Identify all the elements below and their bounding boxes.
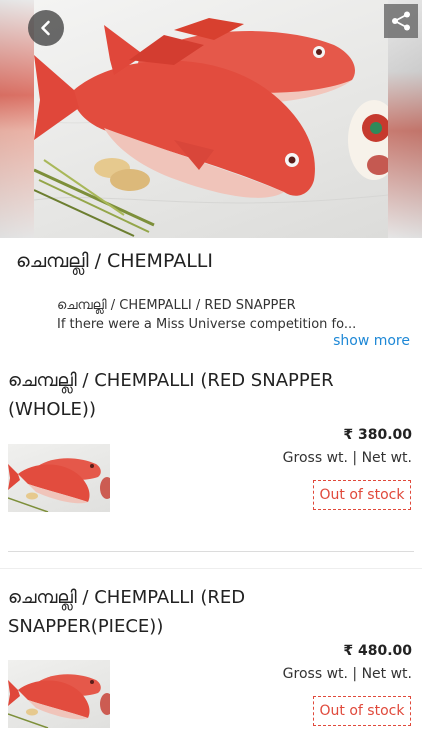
divider xyxy=(8,551,414,552)
description-line: ചെമ്പല്ലി / CHEMPALLI / RED SNAPPER xyxy=(57,298,296,313)
divider xyxy=(0,568,422,569)
chevron-left-icon xyxy=(41,20,50,36)
product-card[interactable]: ചെമ്പല്ലി / CHEMPALLI (RED SNAPPER (WHOL… xyxy=(0,366,422,556)
red-snapper-photo xyxy=(33,0,400,238)
show-more-link[interactable]: show more xyxy=(333,333,410,349)
product-weights: Gross wt. | Net wt. xyxy=(282,666,412,682)
hero-image xyxy=(0,0,422,238)
description-line: If there were a Miss Universe competitio… xyxy=(57,317,357,332)
out-of-stock-badge: Out of stock xyxy=(313,696,411,726)
product-price: ₹ 480.00 xyxy=(343,643,412,659)
product-detail-page: ചെമ്പല്ലി / CHEMPALLI ചെമ്പല്ലി / CHEMPA… xyxy=(0,0,422,750)
page-title: ചെമ്പല്ലി / CHEMPALLI xyxy=(16,250,213,272)
share-button[interactable] xyxy=(384,4,418,38)
share-icon xyxy=(392,11,410,31)
product-card[interactable]: ചെമ്പല്ലി / CHEMPALLI (RED SNAPPER(PIECE… xyxy=(0,583,422,750)
category-description: ചെമ്പല്ലി / CHEMPALLI / RED SNAPPER If t… xyxy=(57,296,387,334)
product-name: ചെമ്പല്ലി / CHEMPALLI (RED SNAPPER (WHOL… xyxy=(8,370,334,420)
back-button[interactable] xyxy=(28,10,64,46)
product-thumbnail[interactable] xyxy=(8,660,110,728)
product-thumbnail[interactable] xyxy=(8,444,110,512)
fish-illustration xyxy=(33,18,400,237)
product-name: ചെമ്പല്ലി / CHEMPALLI (RED SNAPPER(PIECE… xyxy=(8,587,246,637)
out-of-stock-badge: Out of stock xyxy=(313,480,411,510)
product-weights: Gross wt. | Net wt. xyxy=(282,450,412,466)
product-price: ₹ 380.00 xyxy=(343,427,412,443)
